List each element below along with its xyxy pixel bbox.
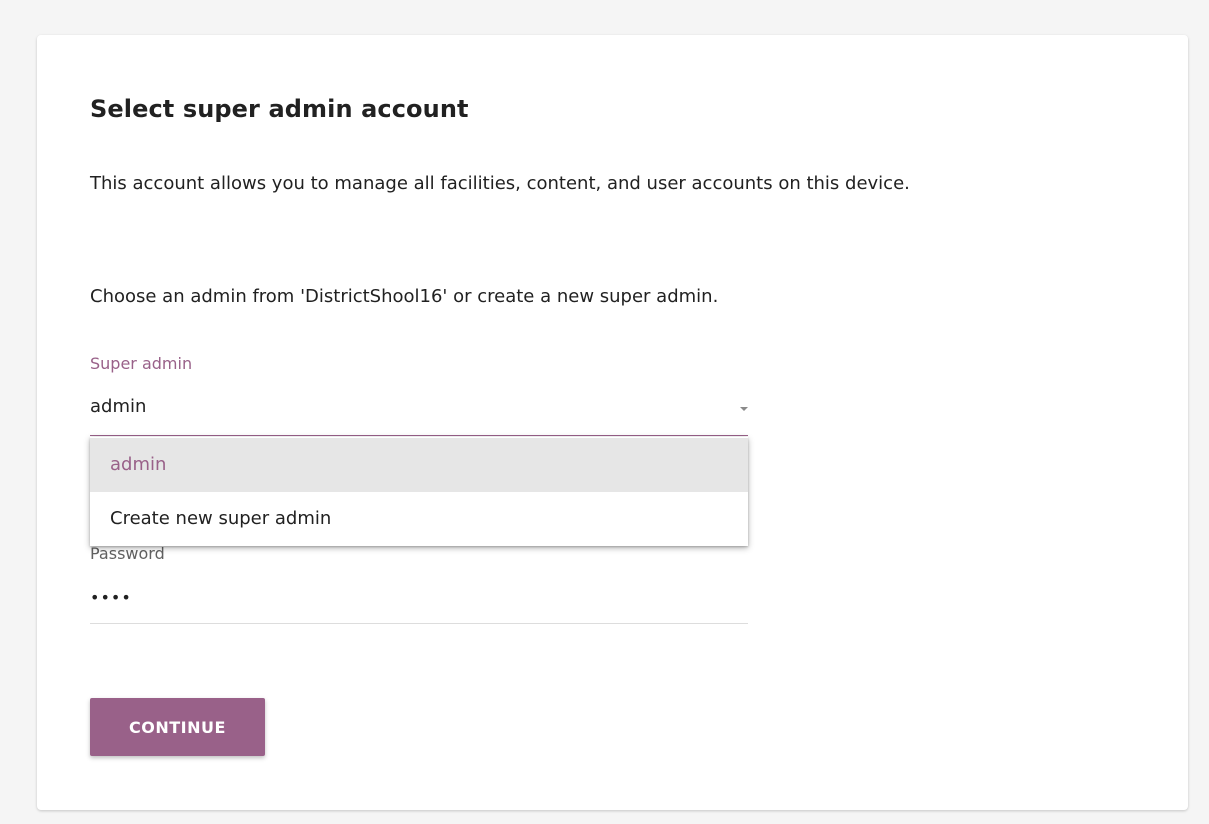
password-label: Password [90, 544, 165, 563]
super-admin-label: Super admin [90, 354, 193, 373]
page-instruction: Choose an admin from 'DistrictShool16' o… [90, 286, 719, 307]
password-field[interactable]: •••• [90, 580, 748, 624]
page-title: Select super admin account [90, 95, 469, 123]
super-admin-select[interactable]: admin [90, 390, 748, 436]
continue-button[interactable]: CONTINUE [90, 698, 265, 756]
setup-card: Select super admin account This account … [37, 35, 1188, 810]
page-description: This account allows you to manage all fa… [90, 173, 910, 194]
dropdown-arrow-icon [740, 407, 748, 411]
password-value: •••• [90, 588, 132, 607]
super-admin-select-value: admin [90, 396, 147, 417]
super-admin-dropdown-menu: admin Create new super admin [90, 437, 748, 546]
dropdown-option-admin[interactable]: admin [90, 438, 748, 492]
dropdown-option-create-new-super-admin[interactable]: Create new super admin [90, 492, 748, 546]
